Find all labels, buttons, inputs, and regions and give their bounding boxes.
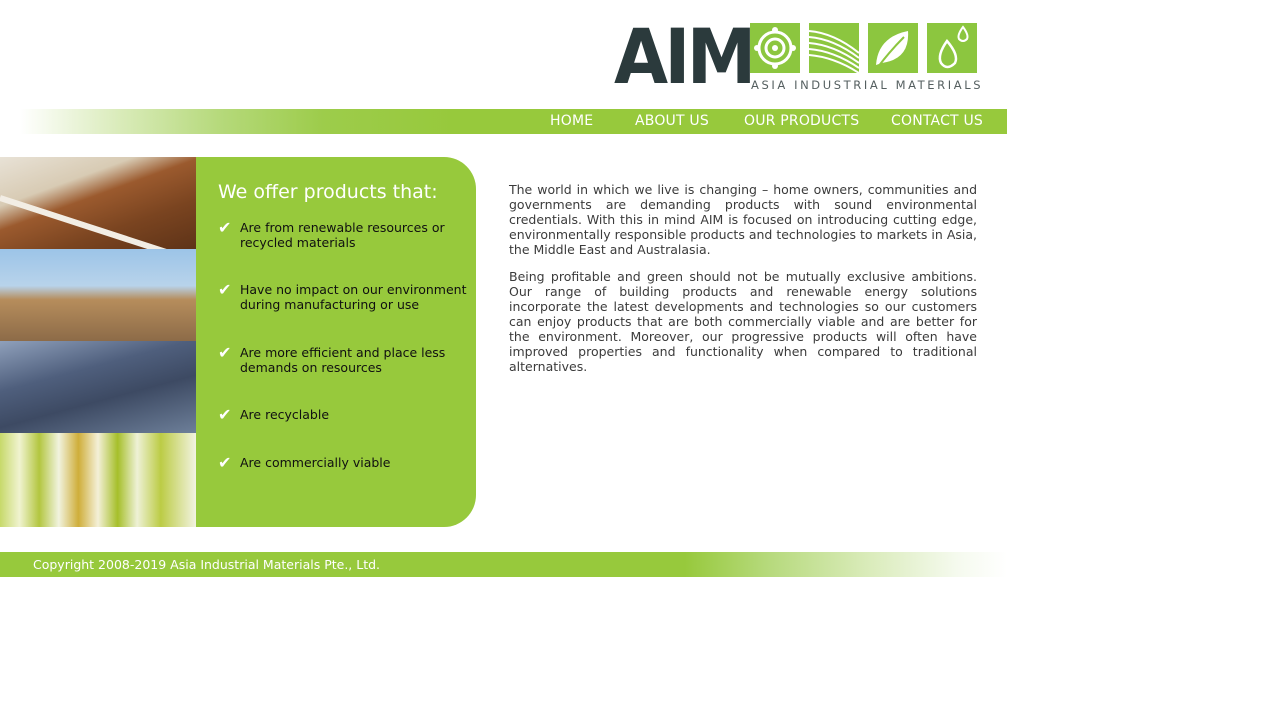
nav-about-us[interactable]: ABOUT US	[635, 109, 709, 134]
offer-item-text: Are from renewable resources or recycled…	[240, 220, 445, 250]
intro-paragraph: Being profitable and green should not be…	[509, 269, 977, 374]
logo-tiles	[750, 23, 977, 73]
waves-icon	[809, 23, 859, 73]
droplets-icon	[927, 23, 977, 73]
offer-item-text: Have no impact on our environment during…	[240, 282, 467, 312]
offer-title: We offer products that:	[218, 181, 438, 203]
check-icon: ✔	[218, 343, 232, 362]
intro-paragraph: The world in which we live is changing –…	[509, 182, 977, 257]
check-icon: ✔	[218, 280, 232, 299]
footer-bar: Copyright 2008-2019 Asia Industrial Mate…	[0, 552, 1007, 577]
nav-contact-us[interactable]: CONTACT US	[891, 109, 983, 134]
check-icon: ✔	[218, 453, 232, 472]
photo-wood-panels	[0, 157, 196, 249]
offer-item-text: Are commercially viable	[240, 455, 391, 470]
photo-construction-site	[0, 249, 196, 341]
nav-home[interactable]: HOME	[550, 109, 593, 134]
leaf-icon	[868, 23, 918, 73]
photo-collage	[0, 157, 196, 527]
intro-text: The world in which we live is changing –…	[509, 182, 977, 386]
offer-item-text: Are recyclable	[240, 407, 330, 422]
logo-tagline: ASIA INDUSTRIAL MATERIALS	[751, 78, 984, 92]
logo-wordmark: AIM	[614, 12, 756, 101]
offer-panel: We offer products that: ✔ Are from renew…	[196, 157, 476, 527]
photo-biofuel-tubes	[0, 433, 196, 527]
main-nav: HOME ABOUT US OUR PRODUCTS CONTACT US	[0, 109, 1007, 134]
site-logo[interactable]: AIM ASIA INDUSTRIAL MATERIALS	[614, 12, 981, 101]
nav-our-products[interactable]: OUR PRODUCTS	[744, 109, 859, 134]
copyright-text: Copyright 2008-2019 Asia Industrial Mate…	[33, 557, 381, 572]
check-icon: ✔	[218, 405, 232, 424]
photo-solar-installer	[0, 341, 196, 433]
offer-item-text: Are more efficient and place less demand…	[240, 345, 446, 375]
flower-icon	[750, 23, 800, 73]
check-icon: ✔	[218, 218, 232, 237]
